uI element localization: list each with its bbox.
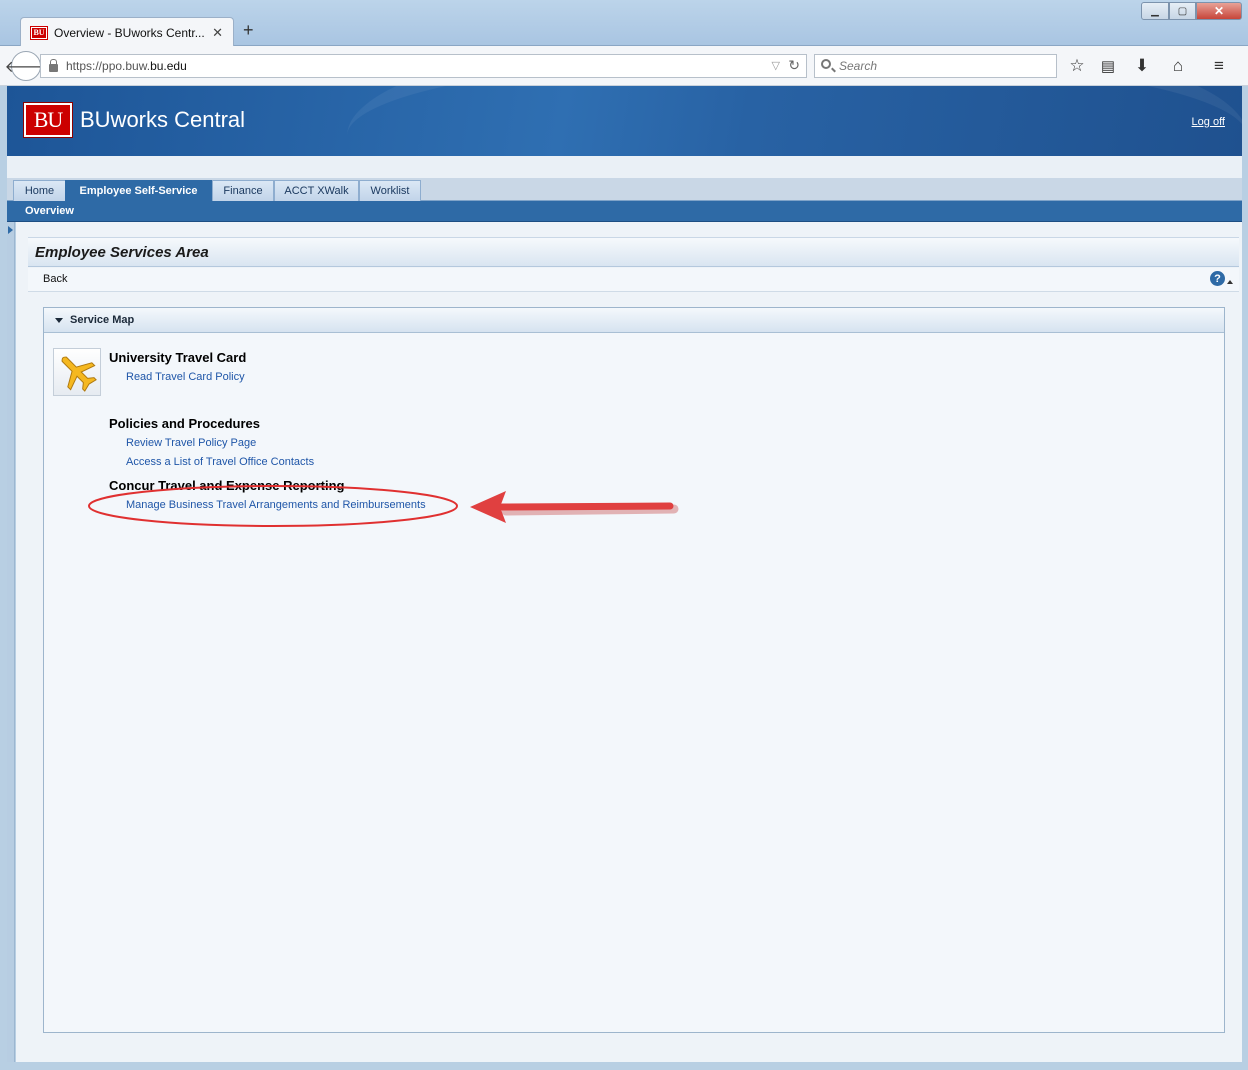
home-icon[interactable]: ⌂ [1167,55,1189,77]
page-title: Employee Services Area [35,244,209,261]
section-heading-concur: Concur Travel and Expense Reporting [109,478,345,493]
help-dropdown-icon[interactable] [1227,280,1233,284]
service-map-panel: Service Map University Travel Card Read … [43,307,1225,1033]
service-map-title: Service Map [70,314,135,326]
sub-nav: Overview [7,201,1242,222]
help-icon[interactable]: ? [1210,271,1225,286]
header-spacer [7,156,1242,178]
tab-worklist[interactable]: Worklist [359,180,421,201]
search-placeholder: Search [839,59,878,73]
menu-icon[interactable]: ≡ [1208,55,1230,77]
lock-icon [49,59,58,72]
back-arrow-icon[interactable]: 🡐 [5,51,47,81]
browser-navbar: 🡐 https://ppo.buw. bu.edu ▽ ↻ Search ☆ ▤ … [0,46,1248,86]
section-heading-policies: Policies and Procedures [109,416,261,431]
window-close-button[interactable]: ✕ [1196,2,1242,20]
reload-icon[interactable]: ↻ [788,57,800,74]
window-bottom-border [0,1062,1248,1070]
subtab-overview[interactable]: Overview [25,205,74,217]
bookmark-star-icon[interactable]: ☆ [1066,55,1088,77]
back-button[interactable]: Back [43,273,67,285]
airplane-icon [53,348,101,396]
section-heading-travel-card: University Travel Card [109,350,247,365]
url-domain: bu.edu [150,59,187,73]
tab-home[interactable]: Home [13,180,66,201]
link-read-travel-card-policy[interactable]: Read Travel Card Policy [126,371,245,383]
address-bar[interactable]: https://ppo.buw. bu.edu ▽ ↻ [40,54,807,78]
search-input[interactable]: Search [814,54,1057,78]
app-header: BU BUworks Central Log off [7,86,1242,156]
tab-close-icon[interactable]: ✕ [212,25,223,41]
browser-tab-title: Overview - BUworks Centr... [54,25,205,40]
window-minimize-button[interactable]: ▁ [1141,2,1169,20]
browser-titlebar: BU Overview - BUworks Centr... ✕ + ▁ ▢ ✕ [0,0,1248,47]
url-dropdown-icon[interactable]: ▽ [772,59,780,72]
browser-tab[interactable]: BU Overview - BUworks Centr... ✕ [20,17,234,47]
collapse-caret-icon[interactable] [55,318,63,323]
bu-favicon-icon: BU [30,25,48,40]
logoff-link[interactable]: Log off [1192,116,1225,128]
window-maximize-button[interactable]: ▢ [1169,2,1196,20]
new-tab-icon[interactable]: + [243,20,254,41]
top-nav-tabs: Home Employee Self-Service Finance ACCT … [7,178,1242,201]
service-map-header[interactable]: Service Map [44,308,1224,333]
url-prefix: https://ppo.buw. [66,59,151,73]
tab-employee-self-service[interactable]: Employee Self-Service [65,180,212,201]
app-title: BUworks Central [80,107,246,132]
page-title-bar: Employee Services Area [28,237,1239,267]
link-travel-office-contacts[interactable]: Access a List of Travel Office Contacts [126,456,314,468]
search-icon [821,59,831,69]
link-manage-business-travel[interactable]: Manage Business Travel Arrangements and … [126,499,426,511]
tab-finance[interactable]: Finance [212,180,274,201]
download-icon[interactable]: ⬇ [1131,55,1153,77]
link-review-travel-policy[interactable]: Review Travel Policy Page [126,437,256,449]
reading-list-icon[interactable]: ▤ [1097,55,1119,77]
tab-acct-xwalk[interactable]: ACCT XWalk [274,180,359,201]
expand-arrow-icon[interactable] [8,226,13,234]
navigation-panel-toggle[interactable] [7,222,15,1062]
page-toolbar: Back ? [28,268,1239,292]
main-content: Employee Services Area Back ? Service Ma… [16,222,1242,1062]
bu-logo: BU [23,102,73,138]
